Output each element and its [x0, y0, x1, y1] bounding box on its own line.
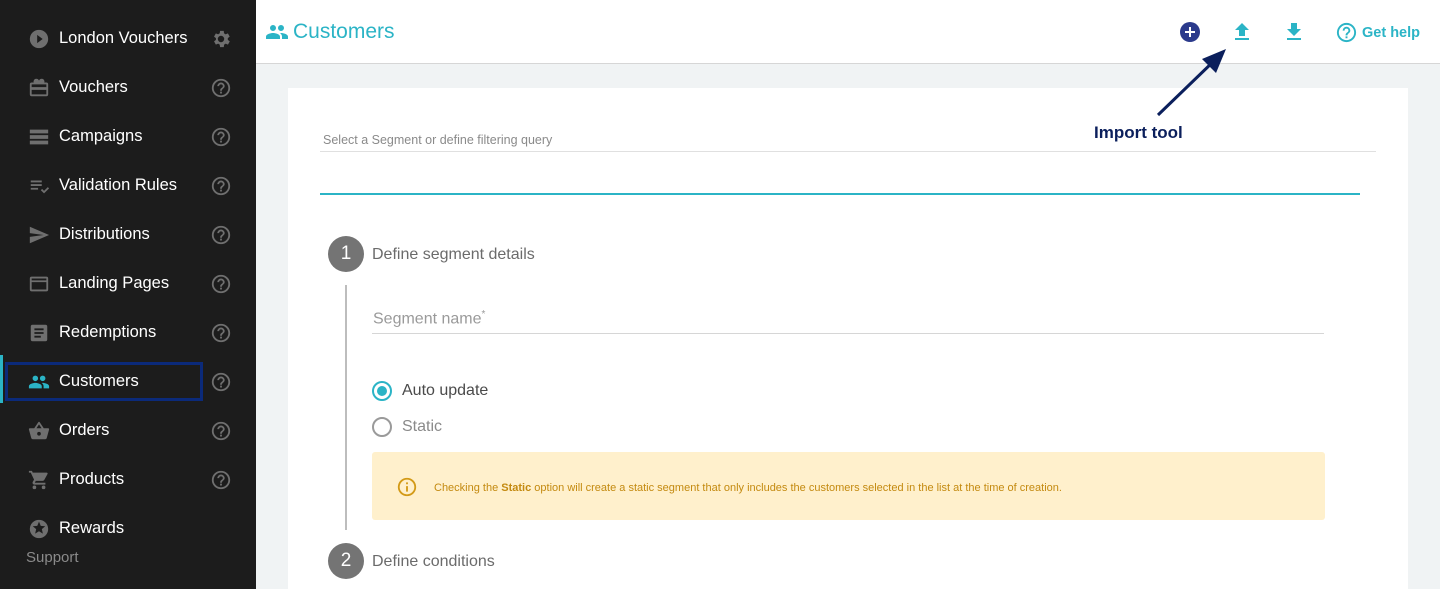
import-button[interactable]	[1230, 20, 1254, 44]
page-header: Customers Get help	[256, 0, 1440, 64]
sidebar-item-vouchers[interactable]: Vouchers	[0, 63, 256, 112]
annotation-arrow	[1156, 49, 1226, 117]
customers-highlight-box	[5, 362, 203, 401]
sidebar-item-products[interactable]: Products	[0, 455, 256, 504]
sidebar-item-label: Rewards	[59, 519, 125, 537]
step-1-number: 1	[328, 236, 364, 272]
radio-unchecked-icon[interactable]	[372, 417, 392, 437]
sidebar-item-orders[interactable]: Orders	[0, 406, 256, 455]
auto-update-radio[interactable]: Auto update	[372, 381, 488, 401]
upload-icon	[1235, 23, 1249, 40]
basket-icon	[27, 419, 51, 443]
sidebar-item-label: London Vouchers	[59, 29, 188, 47]
list-stack-icon	[27, 125, 51, 149]
gift-card-icon	[27, 76, 51, 100]
help-icon[interactable]	[210, 175, 232, 197]
sidebar-item-distributions[interactable]: Distributions	[0, 210, 256, 259]
send-icon	[27, 223, 51, 247]
segment-filter-input[interactable]: Select a Segment or define filtering que…	[323, 133, 552, 147]
sidebar-item-london-vouchers[interactable]: London Vouchers	[0, 14, 256, 63]
required-mark: *	[481, 309, 486, 320]
segment-name-underline	[372, 333, 1324, 334]
help-icon[interactable]	[210, 273, 232, 295]
rules-check-icon	[27, 174, 51, 198]
gear-icon[interactable]	[210, 28, 232, 50]
sidebar-item-label: Campaigns	[59, 127, 143, 145]
sidebar-item-label: Distributions	[59, 225, 150, 243]
help-icon	[1336, 22, 1357, 43]
filter-underline	[320, 151, 1376, 152]
sidebar-item-label: Validation Rules	[59, 176, 178, 194]
static-label: Static	[402, 418, 443, 435]
sidebar-item-label: Redemptions	[59, 323, 157, 341]
plus-circle-icon	[1180, 22, 1200, 42]
segment-name-placeholder: Segment name	[373, 310, 482, 328]
static-info-box: Checking the Static option will create a…	[372, 452, 1325, 520]
people-icon	[264, 20, 290, 44]
auto-update-label: Auto update	[402, 382, 489, 399]
add-customer-button[interactable]	[1178, 20, 1202, 44]
step-2-number: 2	[328, 543, 364, 579]
sidebar-item-landing-pages[interactable]: Landing Pages	[0, 259, 256, 308]
help-icon[interactable]	[210, 371, 232, 393]
page-title: Customers	[293, 20, 395, 43]
export-button[interactable]	[1282, 20, 1306, 44]
sidebar: London Vouchers Vouchers Campaigns Valid…	[0, 0, 256, 589]
sidebar-item-rewards[interactable]: Rewards	[0, 504, 256, 553]
help-icon[interactable]	[210, 224, 232, 246]
sidebar-item-label: Landing Pages	[59, 274, 170, 292]
step-2-label: Define conditions	[372, 553, 495, 570]
play-circle-icon	[27, 27, 51, 51]
radio-checked-icon[interactable]	[372, 381, 392, 401]
help-icon[interactable]	[210, 469, 232, 491]
web-page-icon	[27, 272, 51, 296]
info-icon	[396, 476, 418, 498]
download-icon	[1287, 23, 1301, 40]
step-connector	[345, 285, 347, 530]
cart-icon	[27, 468, 51, 492]
segment-card: Select a Segment or define filtering que…	[288, 88, 1408, 589]
sidebar-item-campaigns[interactable]: Campaigns	[0, 112, 256, 161]
help-icon[interactable]	[210, 126, 232, 148]
sidebar-item-label: Vouchers	[59, 78, 128, 96]
help-icon[interactable]	[210, 420, 232, 442]
sidebar-item-redemptions[interactable]: Redemptions	[0, 308, 256, 357]
sidebar-item-validation-rules[interactable]: Validation Rules	[0, 161, 256, 210]
sidebar-support-link[interactable]: Support	[26, 549, 79, 566]
static-radio[interactable]: Static	[372, 417, 442, 437]
get-help-button[interactable]: Get help	[1335, 21, 1420, 44]
info-message: Checking the Static option will create a…	[434, 482, 1062, 494]
sidebar-item-label: Products	[59, 470, 125, 488]
sidebar-item-label: Orders	[59, 421, 110, 439]
help-icon[interactable]	[210, 322, 232, 344]
get-help-label: Get help	[1362, 24, 1421, 41]
step-1-label: Define segment details	[372, 246, 535, 263]
filter-focus-line	[320, 193, 1360, 195]
help-icon[interactable]	[210, 77, 232, 99]
star-badge-icon	[27, 517, 51, 541]
document-icon	[27, 321, 51, 345]
annotation-label: Import tool	[1094, 123, 1183, 142]
segment-name-input[interactable]: Segment name*	[373, 309, 485, 328]
